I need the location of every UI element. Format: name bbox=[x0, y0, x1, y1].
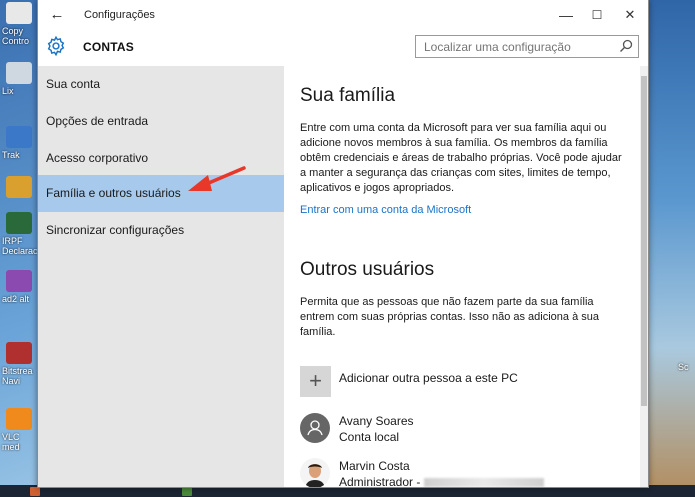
scrollbar-thumb[interactable] bbox=[641, 76, 647, 406]
back-arrow-icon[interactable]: ← bbox=[48, 6, 66, 24]
avatar bbox=[300, 413, 330, 443]
search-input[interactable] bbox=[416, 36, 620, 57]
add-person-button[interactable]: + Adicionar outra pessoa a este PC bbox=[300, 366, 620, 398]
title-bar[interactable]: ← Configurações — ☐ ✕ bbox=[38, 0, 648, 31]
main-content: Sua família Entre com uma conta da Micro… bbox=[284, 66, 640, 487]
user-list-item[interactable]: Marvin Costa Administrador - bbox=[300, 456, 630, 487]
other-users-heading: Outros usuários bbox=[300, 259, 434, 281]
desktop-icon[interactable] bbox=[2, 176, 36, 200]
user-name: Avany Soares bbox=[339, 414, 414, 428]
desktop-icon-label: Sc bbox=[678, 362, 689, 372]
desktop-icon[interactable]: Trak bbox=[2, 126, 36, 160]
taskbar-app-icon[interactable] bbox=[182, 487, 192, 496]
add-person-label: Adicionar outra pessoa a este PC bbox=[339, 371, 518, 385]
person-icon bbox=[300, 413, 330, 443]
desktop-app-icon bbox=[6, 176, 32, 198]
desktop-icon-label: IRPF Declarac bbox=[2, 236, 38, 256]
desktop-icon[interactable]: Copy Contro bbox=[2, 2, 36, 46]
desktop-icon[interactable]: ad2 alt bbox=[2, 270, 36, 304]
redacted-email bbox=[424, 478, 544, 487]
desktop-app-icon bbox=[6, 212, 32, 234]
settings-window: ← Configurações — ☐ ✕ CONTAS Sua conta O… bbox=[37, 0, 649, 488]
sidebar-item-opcoes-de-entrada[interactable]: Opções de entrada bbox=[38, 103, 284, 140]
desktop-icon-label: Lix bbox=[2, 86, 14, 96]
search-icon[interactable] bbox=[619, 39, 633, 53]
desktop-app-icon bbox=[6, 126, 32, 148]
user-name: Marvin Costa bbox=[339, 459, 410, 473]
annotation-arrow-icon bbox=[186, 165, 248, 197]
desktop-app-icon bbox=[6, 2, 32, 24]
desktop-wallpaper-right: Sc bbox=[648, 0, 695, 497]
vlc-icon bbox=[6, 408, 32, 430]
desktop-icon-label: VLC med bbox=[2, 432, 20, 452]
minimize-button[interactable]: — bbox=[551, 3, 581, 27]
recycle-bin-icon bbox=[6, 62, 32, 84]
gear-icon bbox=[45, 35, 67, 57]
other-users-description: Permita que as pessoas que não fazem par… bbox=[300, 295, 620, 340]
plus-icon: + bbox=[300, 366, 331, 397]
desktop-app-icon bbox=[6, 342, 32, 364]
sidebar: Sua conta Opções de entrada Acesso corpo… bbox=[38, 66, 284, 487]
sidebar-item-sua-conta[interactable]: Sua conta bbox=[38, 66, 284, 103]
sidebar-item-sincronizar-configuracoes[interactable]: Sincronizar configurações bbox=[38, 212, 284, 249]
desktop-icon[interactable]: Bitstrea Navi bbox=[2, 342, 36, 386]
desktop-icon-label: Bitstrea Navi bbox=[2, 366, 33, 386]
taskbar-app-icon[interactable] bbox=[30, 487, 40, 496]
page-title: CONTAS bbox=[83, 40, 134, 54]
avatar bbox=[300, 458, 330, 487]
desktop-icon-label: ad2 alt bbox=[2, 294, 29, 304]
page-header: CONTAS bbox=[38, 31, 648, 66]
close-button[interactable]: ✕ bbox=[615, 3, 645, 27]
user-account-type: Conta local bbox=[339, 430, 399, 444]
desktop-icon[interactable]: IRPF Declarac bbox=[2, 212, 36, 256]
user-photo-icon bbox=[300, 458, 330, 487]
family-heading: Sua família bbox=[300, 85, 395, 107]
scrollbar[interactable] bbox=[640, 66, 648, 487]
microsoft-signin-link[interactable]: Entrar com uma conta da Microsoft bbox=[300, 204, 471, 216]
desktop-app-icon bbox=[6, 270, 32, 292]
desktop-icon-label: Trak bbox=[2, 150, 20, 160]
desktop-icon[interactable]: VLC med bbox=[2, 408, 36, 452]
family-description: Entre com uma conta da Microsoft para ve… bbox=[300, 121, 630, 196]
search-box[interactable] bbox=[415, 35, 639, 58]
user-list-item[interactable]: Avany Soares Conta local bbox=[300, 411, 630, 447]
desktop-icon[interactable]: Lix bbox=[2, 62, 36, 96]
desktop-icon-label: Copy Contro bbox=[2, 26, 29, 46]
maximize-button[interactable]: ☐ bbox=[582, 3, 612, 27]
desktop-left-icons: Copy Contro Lix Trak IRPF Declarac ad2 a… bbox=[0, 0, 38, 497]
window-title: Configurações bbox=[84, 9, 155, 21]
user-account-type: Administrador - bbox=[339, 475, 420, 487]
